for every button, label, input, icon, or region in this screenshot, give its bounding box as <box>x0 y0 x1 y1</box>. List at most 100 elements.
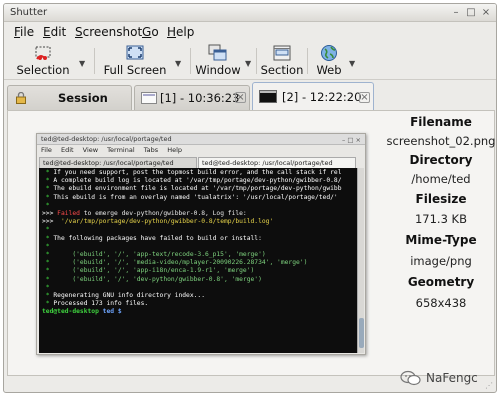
selection-dropdown-arrow[interactable]: ▼ <box>79 59 85 68</box>
selection-label: Selection <box>16 63 70 77</box>
terminal-error-word: Failed <box>57 210 80 218</box>
terminal-line: * ('ebuild', '/', 'media-video/mplayer-2… <box>42 259 354 267</box>
web-dropdown-arrow[interactable]: ▼ <box>349 59 355 68</box>
title-bar: Shutter – □ × <box>4 4 496 22</box>
terminal-line-prefix: * <box>42 267 54 275</box>
preview-menu-item: Terminal <box>107 146 135 154</box>
menu-help-mnemonic: H <box>167 25 177 39</box>
tab-screenshot-1-label: [1] - 10:36:23 <box>160 91 240 105</box>
tab-screenshot-1[interactable]: [1] - 10:36:23 × <box>134 85 250 110</box>
terminal-line-prefix: * <box>42 234 54 242</box>
menu-edit[interactable]: Edit <box>43 25 66 39</box>
tab-session[interactable]: Session <box>7 85 132 110</box>
filesize-value: 171.3 KB <box>414 212 467 226</box>
preview-title: ted@ted-desktop: /usr/local/portage/ted <box>41 135 172 143</box>
toolbar: Selection ▼ Full Screen ▼ Window ▼ Secti… <box>4 42 496 80</box>
web-label: Web <box>316 63 342 77</box>
filesize-label: Filesize <box>415 192 467 206</box>
terminal-line: * A complete build log is located at '/v… <box>42 177 354 185</box>
menu-screenshot-mnemonic: S <box>75 25 83 39</box>
terminal-line: * Regenerating GNU info directory index.… <box>42 292 354 300</box>
menu-help[interactable]: Help <box>167 25 194 39</box>
terminal-line: * The ebuild environment file is located… <box>42 185 354 193</box>
terminal-prompt: ted@ted-desktop ted $ <box>42 308 354 316</box>
preview-menu-item: Edit <box>60 146 74 154</box>
terminal-line-text: The following packages have failed to bu… <box>53 234 262 242</box>
section-label: Section <box>260 63 304 77</box>
window-dropdown-arrow[interactable]: ▼ <box>245 59 251 68</box>
directory-value: /home/ted <box>411 172 471 186</box>
terminal-line-prefix: * <box>42 193 54 201</box>
full-screen-button[interactable]: Full Screen <box>102 44 168 78</box>
terminal-line-text: This ebuild is from an overlay named 'tu… <box>53 193 338 201</box>
terminal-line-text: ('ebuild', '/', 'media-video/mplayer-200… <box>53 259 308 267</box>
resize-grip-icon[interactable]: ⋰ <box>485 381 493 390</box>
terminal-line-prefix: * <box>42 283 54 291</box>
session-tabs: Session [1] - 10:36:23 × [2] - 12:22:20 … <box>4 82 496 110</box>
preview-menu-item: View <box>82 146 99 154</box>
terminal-line-text: Processed 173 info files. <box>53 300 149 308</box>
full-screen-icon <box>126 45 144 60</box>
preview-tab-active: ted@ted-desktop: /usr/local/portage/ted <box>198 157 356 168</box>
web-button[interactable]: Web <box>314 44 344 78</box>
watermark-text: NaFengc <box>426 371 478 385</box>
shutter-window: Shutter – □ × File Edit Screenshot Go He… <box>3 3 497 393</box>
minimize-button[interactable]: – <box>450 7 462 19</box>
terminal-line-prefix: * <box>42 177 54 185</box>
terminal-line: >>> Failed to emerge dev-python/gwibber-… <box>42 210 354 218</box>
menu-screenshot[interactable]: Screenshot <box>75 25 142 39</box>
terminal-output: * If you need support, post the topmost … <box>39 168 357 353</box>
preview-scroll-thumb <box>359 318 364 348</box>
mime-type-value: image/png <box>410 254 472 268</box>
geometry-label: Geometry <box>407 275 475 289</box>
globe-icon <box>321 45 337 61</box>
terminal-line: * Processed 173 info files. <box>42 300 354 308</box>
toolbar-separator <box>256 48 257 74</box>
full-screen-label: Full Screen <box>103 63 167 77</box>
lock-icon <box>16 92 26 104</box>
selection-icon <box>35 46 51 60</box>
terminal-line-prefix: * <box>42 169 54 176</box>
terminal-line: * <box>42 284 354 292</box>
tab-screenshot-2[interactable]: [2] - 12:22:20 × <box>252 82 374 110</box>
terminal-line-text: '/var/tmp/portage/dev-python/gwibber-0.8… <box>60 218 274 226</box>
terminal-line-prefix: * <box>42 226 54 234</box>
screenshot-preview[interactable]: ted@ted-desktop: /usr/local/portage/ted … <box>36 133 366 355</box>
terminal-line: * ('ebuild', '/', 'dev-python/gwibber-0.… <box>42 276 354 284</box>
terminal-line-prefix: * <box>42 275 54 283</box>
selection-button[interactable]: Selection <box>12 44 74 78</box>
terminal-line-prefix: * <box>42 292 54 300</box>
terminal-line-text: ('ebuild', '/', 'app-i18n/enca-1.9-r1', … <box>53 267 255 275</box>
screenshot-thumbnail-icon <box>141 92 157 104</box>
window-label: Window <box>195 63 241 77</box>
terminal-line: * This ebuild is from an overlay named '… <box>42 194 354 202</box>
terminal-line: * <box>42 202 354 210</box>
menu-file[interactable]: File <box>14 25 34 39</box>
maximize-button[interactable]: □ <box>465 7 477 19</box>
geometry-value: 658x438 <box>415 296 467 310</box>
terminal-line: >>> '/var/tmp/portage/dev-python/gwibber… <box>42 218 354 226</box>
terminal-line: * The following packages have failed to … <box>42 235 354 243</box>
terminal-prompt-user: ted@ted-desktop <box>42 308 99 316</box>
terminal-line: * If you need support, post the topmost … <box>42 169 354 177</box>
terminal-line-text: A complete build log is located at '/var… <box>53 177 342 185</box>
terminal-line-prefix: * <box>42 185 54 193</box>
terminal-line-text: ('ebuild', '/', 'app-text/recode-3.6_p15… <box>53 251 266 259</box>
wechat-icon <box>400 370 421 386</box>
menu-edit-mnemonic: E <box>43 25 51 39</box>
terminal-line: * ('ebuild', '/', 'app-text/recode-3.6_p… <box>42 251 354 259</box>
menu-go-mnemonic: G <box>142 25 152 39</box>
section-button[interactable]: Section <box>259 44 305 78</box>
filename-value: screenshot_02.png <box>386 134 496 148</box>
menu-go[interactable]: Go <box>142 25 159 39</box>
terminal-line: * <box>42 226 354 234</box>
close-window-button[interactable]: × <box>480 7 492 19</box>
full-screen-dropdown-arrow[interactable]: ▼ <box>175 59 181 68</box>
filename-label: Filename <box>410 115 472 129</box>
terminal-line-prefix: * <box>42 259 54 267</box>
window-button[interactable]: Window <box>195 44 241 78</box>
close-tab-1-icon[interactable]: × <box>235 92 246 103</box>
terminal-line-prefix: * <box>42 201 54 209</box>
close-tab-2-icon[interactable]: × <box>359 92 370 103</box>
menu-bar: File Edit Screenshot Go Help <box>4 22 496 42</box>
